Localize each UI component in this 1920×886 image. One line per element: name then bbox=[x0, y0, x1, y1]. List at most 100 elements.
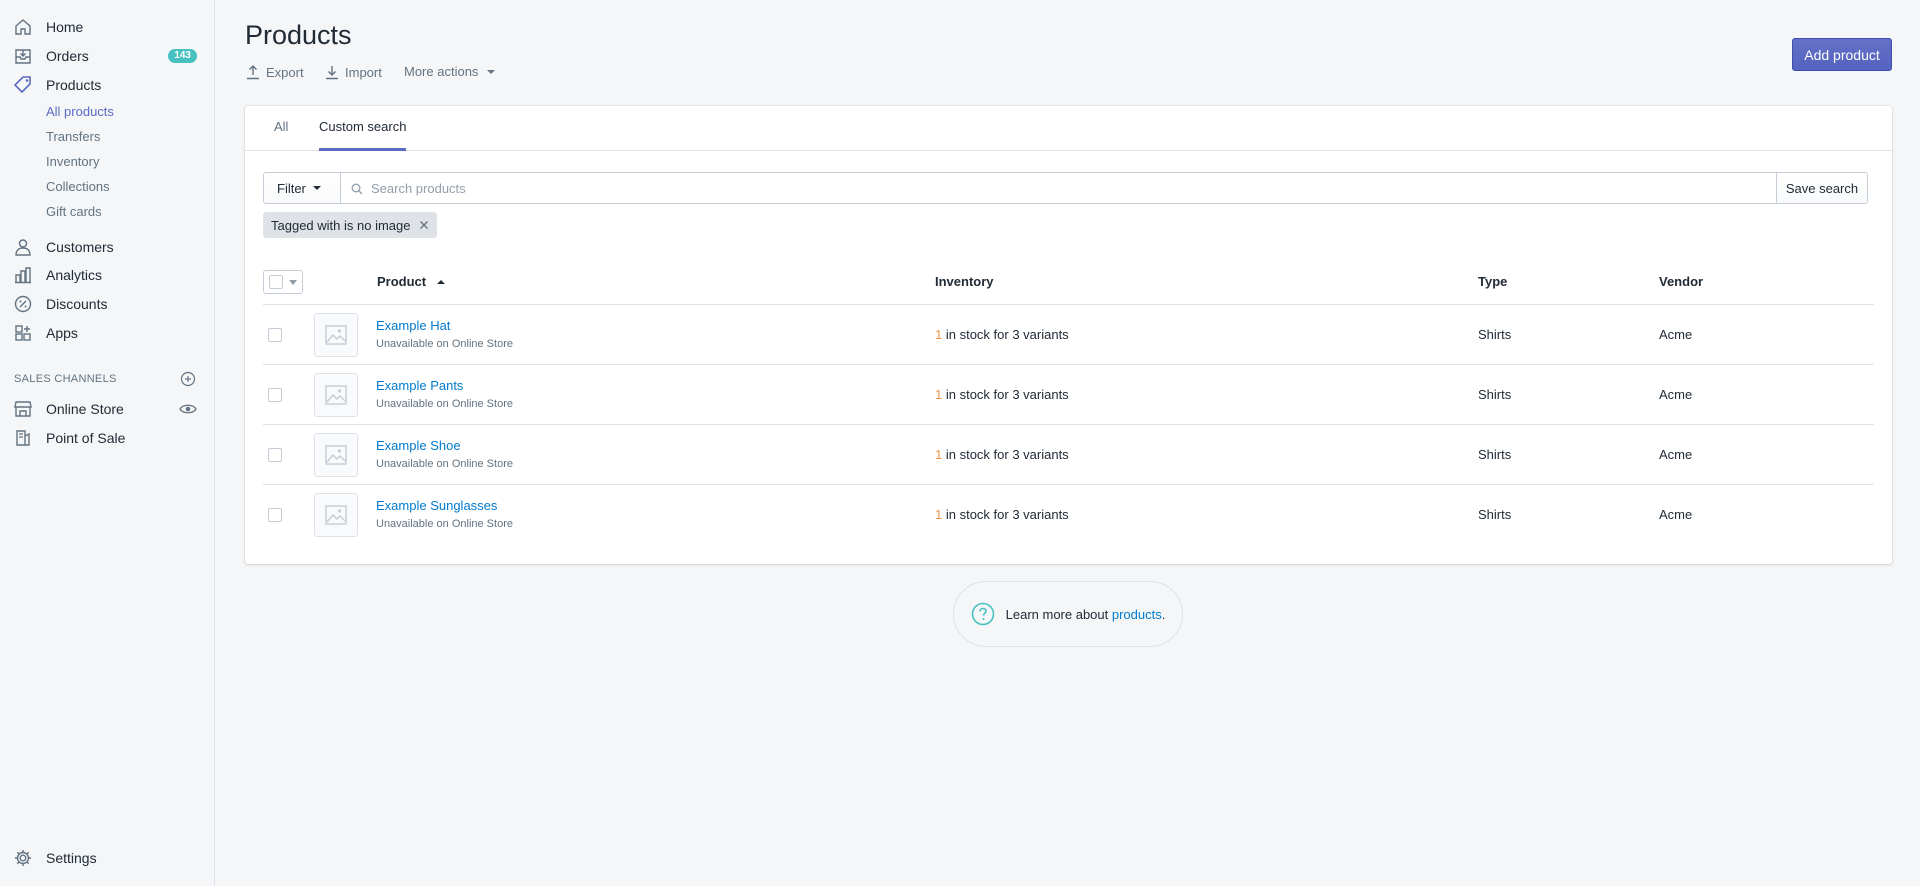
search-icon bbox=[351, 183, 363, 195]
export-button[interactable]: Export bbox=[246, 64, 304, 80]
nav-label: Apps bbox=[46, 325, 78, 341]
image-placeholder-icon[interactable] bbox=[314, 433, 358, 477]
help-footer: Learn more about products. bbox=[953, 581, 1183, 647]
channel-online-store[interactable]: Online Store bbox=[0, 395, 215, 423]
help-text: Learn more about products. bbox=[1006, 607, 1166, 622]
orders-count-badge: 143 bbox=[168, 49, 197, 63]
nav-label: Customers bbox=[46, 239, 114, 255]
subnav-inventory[interactable]: Inventory bbox=[46, 152, 99, 172]
vendor-cell: Acme bbox=[1659, 507, 1693, 522]
stock-text: in stock for 3 variants bbox=[945, 507, 1069, 522]
vendor-cell: Acme bbox=[1659, 327, 1693, 342]
tag-icon bbox=[12, 74, 34, 96]
subnav-collections[interactable]: Collections bbox=[46, 177, 110, 197]
nav-customers[interactable]: Customers bbox=[0, 233, 215, 261]
subnav-transfers[interactable]: Transfers bbox=[46, 127, 100, 147]
orders-icon bbox=[12, 45, 34, 67]
product-name-link[interactable]: Example Hat bbox=[376, 318, 450, 333]
caret-down-icon bbox=[312, 186, 321, 190]
nav-label: Online Store bbox=[46, 401, 124, 417]
column-header-vendor[interactable]: Vendor bbox=[1659, 274, 1703, 289]
nav-label: Home bbox=[46, 19, 84, 35]
export-label: Export bbox=[266, 64, 304, 80]
type-cell: Shirts bbox=[1478, 387, 1512, 402]
close-icon[interactable] bbox=[419, 220, 429, 230]
column-header-inventory[interactable]: Inventory bbox=[935, 274, 994, 289]
person-icon bbox=[12, 236, 34, 258]
inventory-cell: 1 in stock for 3 variants bbox=[935, 327, 1069, 342]
filter-button[interactable]: Filter bbox=[263, 172, 341, 204]
sort-ascending-icon bbox=[436, 280, 445, 284]
table-row[interactable]: Example Hat Unavailable on Online Store … bbox=[263, 304, 1874, 364]
product-name-link[interactable]: Example Shoe bbox=[376, 438, 461, 453]
stock-count: 1 bbox=[935, 327, 943, 342]
type-cell: Shirts bbox=[1478, 447, 1512, 462]
filter-label: Filter bbox=[277, 180, 306, 196]
sidebar: Home Orders 143 Products All products Tr… bbox=[0, 0, 215, 886]
products-help-link[interactable]: products bbox=[1112, 607, 1162, 622]
column-header-product[interactable]: Product bbox=[377, 274, 448, 289]
stock-text: in stock for 3 variants bbox=[945, 447, 1069, 462]
nav-label: Products bbox=[46, 77, 102, 93]
question-icon bbox=[971, 602, 994, 626]
column-header-type[interactable]: Type bbox=[1478, 274, 1507, 289]
nav-label: Analytics bbox=[46, 267, 103, 283]
subnav-gift-cards[interactable]: Gift cards bbox=[46, 202, 102, 222]
inventory-cell: 1 in stock for 3 variants bbox=[935, 447, 1069, 462]
row-checkbox[interactable] bbox=[268, 328, 282, 342]
stock-text: in stock for 3 variants bbox=[945, 387, 1069, 402]
tab-custom-search[interactable]: Custom search bbox=[319, 106, 407, 151]
subnav-all-products[interactable]: All products bbox=[46, 102, 114, 122]
row-checkbox[interactable] bbox=[268, 448, 282, 462]
nav-orders[interactable]: Orders 143 bbox=[0, 42, 215, 70]
nav-label: Point of Sale bbox=[46, 430, 126, 446]
import-button[interactable]: Import bbox=[325, 64, 382, 80]
more-actions-button[interactable]: More actions bbox=[404, 64, 506, 79]
product-name-link[interactable]: Example Pants bbox=[376, 378, 463, 393]
image-placeholder-icon[interactable] bbox=[314, 493, 358, 537]
nav-products[interactable]: Products bbox=[0, 71, 215, 99]
page-title: Products bbox=[245, 20, 352, 50]
nav-label: Settings bbox=[46, 850, 97, 866]
nav-label: Orders bbox=[46, 48, 89, 64]
nav-apps[interactable]: Apps bbox=[0, 319, 215, 347]
applied-filter-tag: Tagged with is no image bbox=[263, 212, 438, 238]
store-icon bbox=[12, 398, 34, 420]
nav-analytics[interactable]: Analytics bbox=[0, 261, 215, 289]
tab-all[interactable]: All bbox=[274, 106, 288, 151]
pos-icon bbox=[12, 427, 34, 449]
type-cell: Shirts bbox=[1478, 327, 1512, 342]
channel-point-of-sale[interactable]: Point of Sale bbox=[0, 424, 215, 452]
nav-discounts[interactable]: Discounts bbox=[0, 290, 215, 318]
applied-filter-label: Tagged with is no image bbox=[271, 217, 411, 233]
bar-chart-icon bbox=[12, 264, 34, 286]
table-row[interactable]: Example Sunglasses Unavailable on Online… bbox=[263, 484, 1874, 544]
add-product-button[interactable]: Add product bbox=[1792, 38, 1892, 71]
stock-count: 1 bbox=[935, 507, 943, 522]
eye-icon[interactable] bbox=[179, 402, 197, 416]
product-availability: Unavailable on Online Store bbox=[376, 458, 513, 470]
import-label: Import bbox=[345, 64, 382, 80]
nav-label: Discounts bbox=[46, 296, 108, 312]
table-row[interactable]: Example Pants Unavailable on Online Stor… bbox=[263, 364, 1874, 424]
caret-down-icon bbox=[487, 69, 496, 74]
add-channel-icon[interactable] bbox=[180, 371, 196, 387]
home-icon bbox=[12, 16, 34, 38]
discount-icon bbox=[12, 293, 34, 315]
row-checkbox[interactable] bbox=[268, 388, 282, 402]
stock-text: in stock for 3 variants bbox=[945, 327, 1069, 342]
save-search-button[interactable]: Save search bbox=[1776, 172, 1868, 204]
table-row[interactable]: Example Shoe Unavailable on Online Store… bbox=[263, 424, 1874, 484]
nav-settings[interactable]: Settings bbox=[0, 844, 215, 872]
search-input[interactable] bbox=[371, 180, 1776, 196]
product-availability: Unavailable on Online Store bbox=[376, 398, 513, 410]
bulk-select-dropdown[interactable] bbox=[263, 270, 303, 294]
row-checkbox[interactable] bbox=[268, 508, 282, 522]
gear-icon bbox=[12, 847, 34, 869]
nav-home[interactable]: Home bbox=[0, 13, 215, 41]
image-placeholder-icon[interactable] bbox=[314, 313, 358, 357]
apps-icon bbox=[12, 322, 34, 344]
image-placeholder-icon[interactable] bbox=[314, 373, 358, 417]
select-all-checkbox[interactable] bbox=[269, 275, 283, 289]
product-name-link[interactable]: Example Sunglasses bbox=[376, 498, 497, 513]
